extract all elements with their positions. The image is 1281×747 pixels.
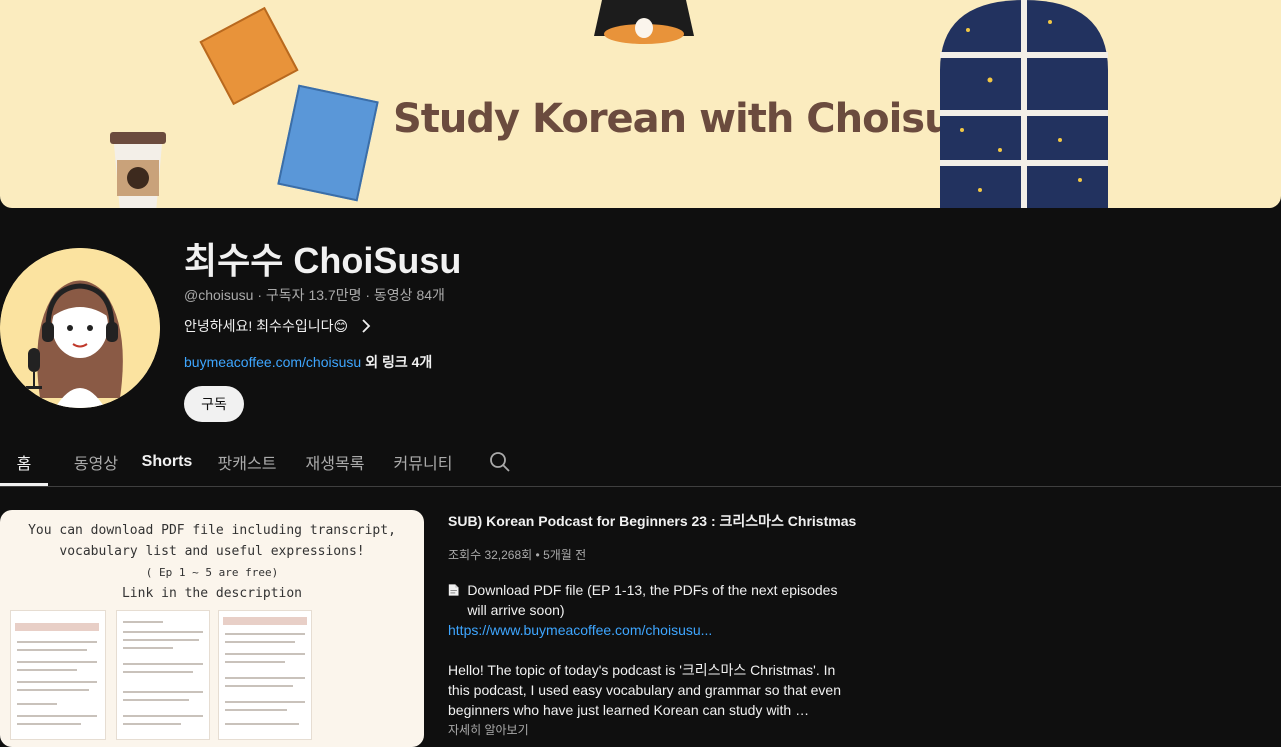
featured-video-thumbnail[interactable]: You can download PDF file including tran… [0, 510, 424, 747]
pdf-page-preview [116, 610, 210, 740]
thumbnail-line: You can download PDF file including tran… [28, 523, 396, 538]
chevron-right-icon [362, 319, 371, 333]
coffee-cup-illustration [110, 132, 166, 208]
orange-book-illustration [199, 6, 299, 106]
blue-book-illustration [277, 84, 379, 202]
channel-banner: Study Korean with Choisusu [0, 0, 1281, 208]
thumbnail-line: vocabulary list and useful expressions! [59, 544, 365, 559]
tab-community[interactable]: 커뮤니티 [388, 440, 458, 484]
thumbnail-line: Link in the description [121, 586, 302, 601]
featured-video-stats: 조회수 32,268회 • 5개월 전 [448, 548, 587, 562]
lamp-illustration [594, 0, 694, 44]
tab-podcasts[interactable]: 팟캐스트 [212, 440, 282, 484]
pdf-page-preview [218, 610, 312, 740]
tab-home[interactable]: 홈 [0, 440, 48, 486]
pdf-download-text: Download PDF file (EP 1-13, the PDFs of … [467, 582, 838, 618]
channel-description-text: 안녕하세요! 최수수입니다😊 [184, 318, 349, 334]
banner-title: Study Korean with Choisusu [393, 96, 1003, 142]
more-links[interactable]: 외 링크 4개 [365, 354, 432, 370]
meta-separator: · [253, 287, 266, 303]
document-icon [448, 584, 459, 596]
description-link[interactable]: https://www.buymeacoffee.com/choisusu... [448, 620, 848, 640]
subscriber-count: 구독자 13.7만명 [265, 287, 362, 303]
tab-playlists[interactable]: 재생목록 [300, 440, 370, 484]
subscribe-button[interactable]: 구독 [184, 386, 244, 422]
read-more-link[interactable]: 자세히 알아보기 [448, 721, 529, 738]
tab-videos[interactable]: 동영상 [68, 440, 124, 484]
channel-avatar[interactable] [0, 248, 160, 408]
thumbnail-text: You can download PDF file including tran… [0, 520, 424, 604]
channel-tabs: 홈 동영상 Shorts 팟캐스트 재생목록 커뮤니티 [0, 440, 1281, 487]
channel-link[interactable]: buymeacoffee.com/choisusu [184, 354, 361, 370]
channel-links: buymeacoffee.com/choisusu 외 링크 4개 [184, 352, 432, 372]
meta-separator: · [361, 287, 374, 303]
avatar-illustration [0, 248, 160, 408]
pdf-page-preview [10, 610, 106, 740]
night-window-illustration [940, 0, 1108, 208]
search-icon[interactable] [488, 450, 512, 474]
featured-video-description: Download PDF file (EP 1-13, the PDFs of … [448, 580, 848, 720]
channel-meta: @choisusu · 구독자 13.7만명 · 동영상 84개 [184, 285, 445, 305]
video-count: 동영상 84개 [373, 287, 445, 303]
channel-description[interactable]: 안녕하세요! 최수수입니다😊 [184, 316, 372, 336]
thumbnail-line: ( Ep 1 ~ 5 are free) [145, 566, 279, 579]
channel-name: 최수수 ChoiSusu [184, 240, 462, 281]
channel-handle: @choisusu [184, 287, 254, 303]
featured-video-title[interactable]: SUB) Korean Podcast for Beginners 23 : 크… [448, 511, 856, 531]
tab-shorts[interactable]: Shorts [140, 440, 194, 484]
description-body: Hello! The topic of today's podcast is '… [448, 662, 841, 718]
